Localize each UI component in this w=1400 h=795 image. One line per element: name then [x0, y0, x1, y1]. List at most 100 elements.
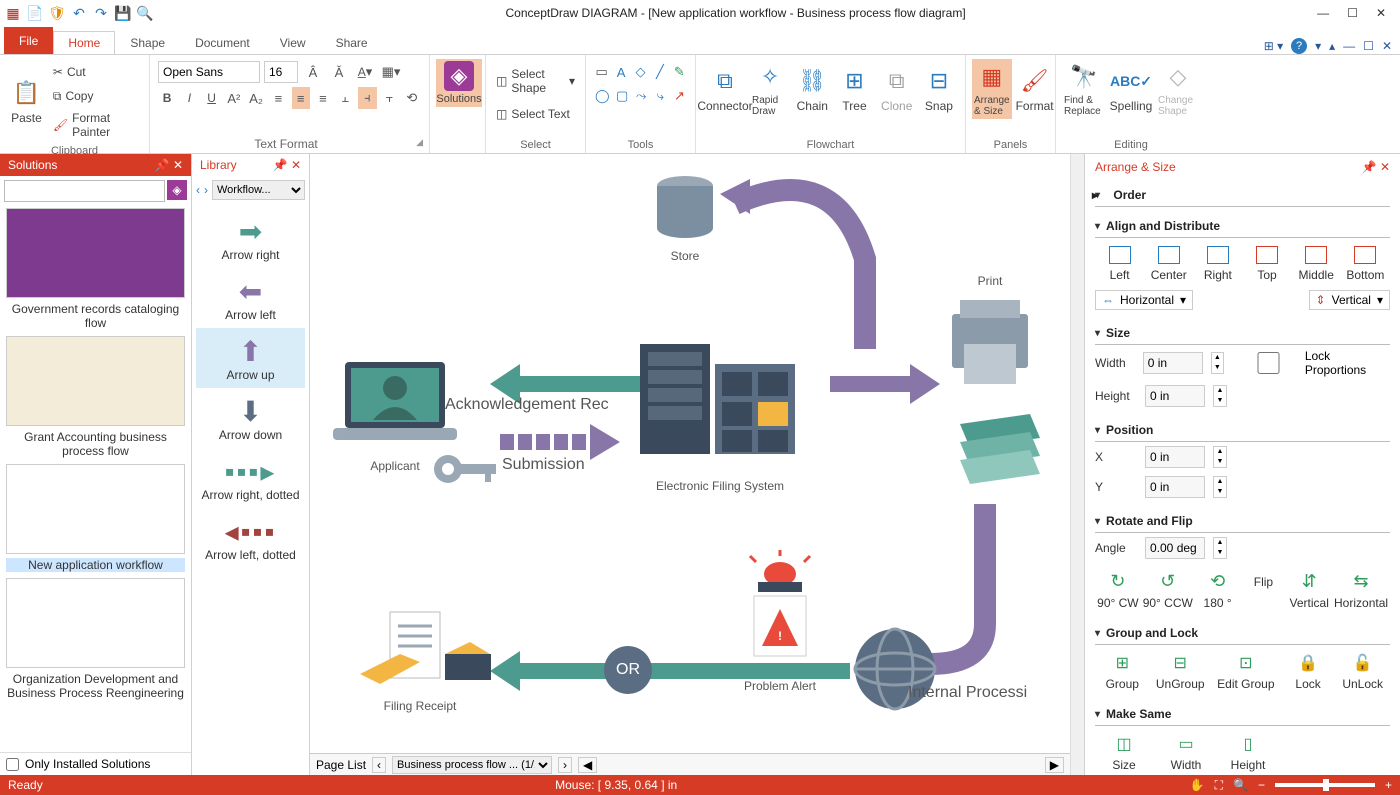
height-spinner[interactable]: ▲▼ [1213, 385, 1227, 407]
section-make-same[interactable]: Make Same [1095, 703, 1390, 726]
solution-item[interactable]: Government records cataloging flow [6, 208, 185, 330]
solution-item[interactable]: Grant Accounting business process flow [6, 336, 185, 458]
library-close-icon[interactable]: ✕ [291, 158, 301, 172]
page-select[interactable]: Business process flow ... (1/1) [392, 756, 552, 774]
node-or[interactable]: OR [604, 646, 652, 694]
tool-rect-button[interactable]: ▭ [594, 61, 609, 83]
canvas[interactable]: Store Print [310, 154, 1084, 775]
align-right-button[interactable]: ≡ [314, 87, 332, 109]
section-group-lock[interactable]: Group and Lock [1095, 622, 1390, 645]
arrange-size-button[interactable]: ▦Arrange & Size [972, 59, 1012, 119]
edit-group-button[interactable]: ⊡Edit Group [1217, 653, 1274, 691]
select-text-button[interactable]: ◫Select Text [494, 103, 577, 125]
section-position[interactable]: Position [1095, 419, 1390, 442]
align-center-button[interactable]: Center [1148, 246, 1190, 282]
bold-button[interactable]: B [158, 87, 176, 109]
solutions-close-icon[interactable]: ✕ [173, 158, 183, 172]
page-next-button[interactable]: › [558, 757, 572, 773]
tool-connector-button[interactable]: ⤷ [653, 85, 668, 107]
align-right-button[interactable]: Right [1197, 246, 1239, 282]
font-color-button[interactable]: A▾ [354, 61, 376, 83]
align-top-button[interactable]: Top [1246, 246, 1288, 282]
text-direction-button[interactable]: ⟲ [403, 87, 421, 109]
qat-shield-icon[interactable]: 🛡 [48, 4, 66, 22]
tool-arc-button[interactable]: ⤳ [634, 85, 649, 107]
node-print[interactable]: Print [935, 274, 1045, 399]
find-replace-button[interactable]: 🔭Find & Replace [1062, 59, 1106, 119]
flip-vertical-button[interactable]: ⇵Vertical [1288, 571, 1330, 610]
close-button[interactable]: ✕ [1376, 6, 1386, 20]
underline-button[interactable]: U [203, 87, 221, 109]
scroll-right-button[interactable]: ▶ [1045, 757, 1064, 773]
valign-bot-button[interactable]: ⫟ [381, 87, 399, 109]
status-fit-icon[interactable]: ⛶ [1215, 778, 1223, 793]
shape-arrow-right[interactable]: ➡Arrow right [196, 208, 305, 268]
qat-redo-icon[interactable]: ↷ [92, 4, 110, 22]
tab-shape[interactable]: Shape [115, 31, 180, 54]
tool-poly-button[interactable]: ◇ [633, 61, 648, 83]
library-category-select[interactable]: Workflow... [212, 180, 305, 200]
solutions-logo-icon[interactable]: ◈ [167, 180, 187, 200]
tab-home[interactable]: Home [53, 31, 115, 54]
tab-file[interactable]: File [4, 27, 53, 54]
solutions-list[interactable]: Government records cataloging flow Grant… [0, 206, 191, 752]
width-input[interactable] [1143, 352, 1203, 374]
help-close-icon[interactable]: ✕ [1382, 39, 1392, 53]
unlock-button[interactable]: 🔓UnLock [1342, 653, 1384, 691]
help-grid-icon[interactable]: ⊞ ▾ [1264, 39, 1283, 53]
tree-button[interactable]: ⊞Tree [834, 63, 874, 115]
only-installed-checkbox[interactable] [6, 758, 19, 771]
same-height-button[interactable]: ▯Height [1227, 734, 1269, 772]
shape-arrow-left-dotted[interactable]: ◂▪▪▪Arrow left, dotted [196, 508, 305, 568]
subscript-button[interactable]: A₂ [247, 87, 265, 109]
vertical-scrollbar[interactable] [1070, 154, 1084, 775]
align-center-button[interactable]: ≡ [292, 87, 310, 109]
lib-prev-icon[interactable]: ‹ [196, 183, 200, 197]
qat-preview-icon[interactable]: 🔍 [136, 4, 154, 22]
connector-button[interactable]: ⧉Connector [702, 63, 748, 115]
solutions-search-input[interactable] [4, 180, 165, 202]
tab-view[interactable]: View [265, 31, 321, 54]
format-button[interactable]: 🖌Format [1014, 63, 1056, 115]
highlight-button[interactable]: ▦▾ [380, 61, 402, 83]
status-hand-icon[interactable]: ✋ [1190, 778, 1205, 792]
change-shape-button[interactable]: ◇Change Shape [1156, 59, 1200, 119]
shape-arrow-left[interactable]: ⬅Arrow left [196, 268, 305, 328]
tool-pen-button[interactable]: ✎ [672, 61, 687, 83]
align-bottom-button[interactable]: Bottom [1344, 246, 1386, 282]
help-min-icon[interactable]: — [1343, 39, 1355, 53]
tool-line-button[interactable]: ╱ [652, 61, 667, 83]
arrange-close-icon[interactable]: ✕ [1380, 160, 1390, 174]
x-input[interactable] [1145, 446, 1205, 468]
help-collapse-icon[interactable]: ▴ [1329, 39, 1335, 53]
align-left-button[interactable]: ≡ [269, 87, 287, 109]
zoom-out-button[interactable]: − [1258, 778, 1265, 792]
same-size-button[interactable]: ◫Size [1103, 734, 1145, 772]
superscript-button[interactable]: A² [225, 87, 243, 109]
grow-font-button[interactable]: Â [302, 61, 324, 83]
align-middle-button[interactable]: Middle [1295, 246, 1337, 282]
shrink-font-button[interactable]: Ǎ [328, 61, 350, 83]
chain-button[interactable]: ⛓Chain [792, 63, 832, 115]
group-button[interactable]: ⊞Group [1101, 653, 1143, 691]
snap-button[interactable]: ⊟Snap [919, 63, 959, 115]
x-spinner[interactable]: ▲▼ [1213, 446, 1227, 468]
solutions-button[interactable]: ◈ Solutions [436, 59, 482, 107]
flip-horizontal-button[interactable]: ⇆Horizontal [1334, 571, 1388, 610]
section-align[interactable]: Align and Distribute [1095, 215, 1390, 238]
ungroup-button[interactable]: ⊟UnGroup [1156, 653, 1205, 691]
valign-top-button[interactable]: ⫠ [336, 87, 354, 109]
tab-document[interactable]: Document [180, 31, 265, 54]
tool-round-button[interactable]: ▢ [615, 85, 630, 107]
minimize-button[interactable]: — [1317, 6, 1329, 20]
same-width-button[interactable]: ▭Width [1165, 734, 1207, 772]
maximize-button[interactable]: ☐ [1347, 6, 1358, 20]
qat-save-icon[interactable]: 💾 [114, 4, 132, 22]
help-icon[interactable]: ? [1291, 38, 1307, 54]
rotate-ccw-button[interactable]: ↺90° CCW [1143, 571, 1193, 610]
library-shapes-list[interactable]: ➡Arrow right ⬅Arrow left ⬆Arrow up ⬇Arro… [192, 204, 309, 775]
angle-input[interactable] [1145, 537, 1205, 559]
copy-button[interactable]: ⧉Copy [51, 85, 141, 107]
section-order[interactable]: ▸ Order [1095, 184, 1390, 207]
zoom-slider[interactable] [1275, 783, 1375, 787]
